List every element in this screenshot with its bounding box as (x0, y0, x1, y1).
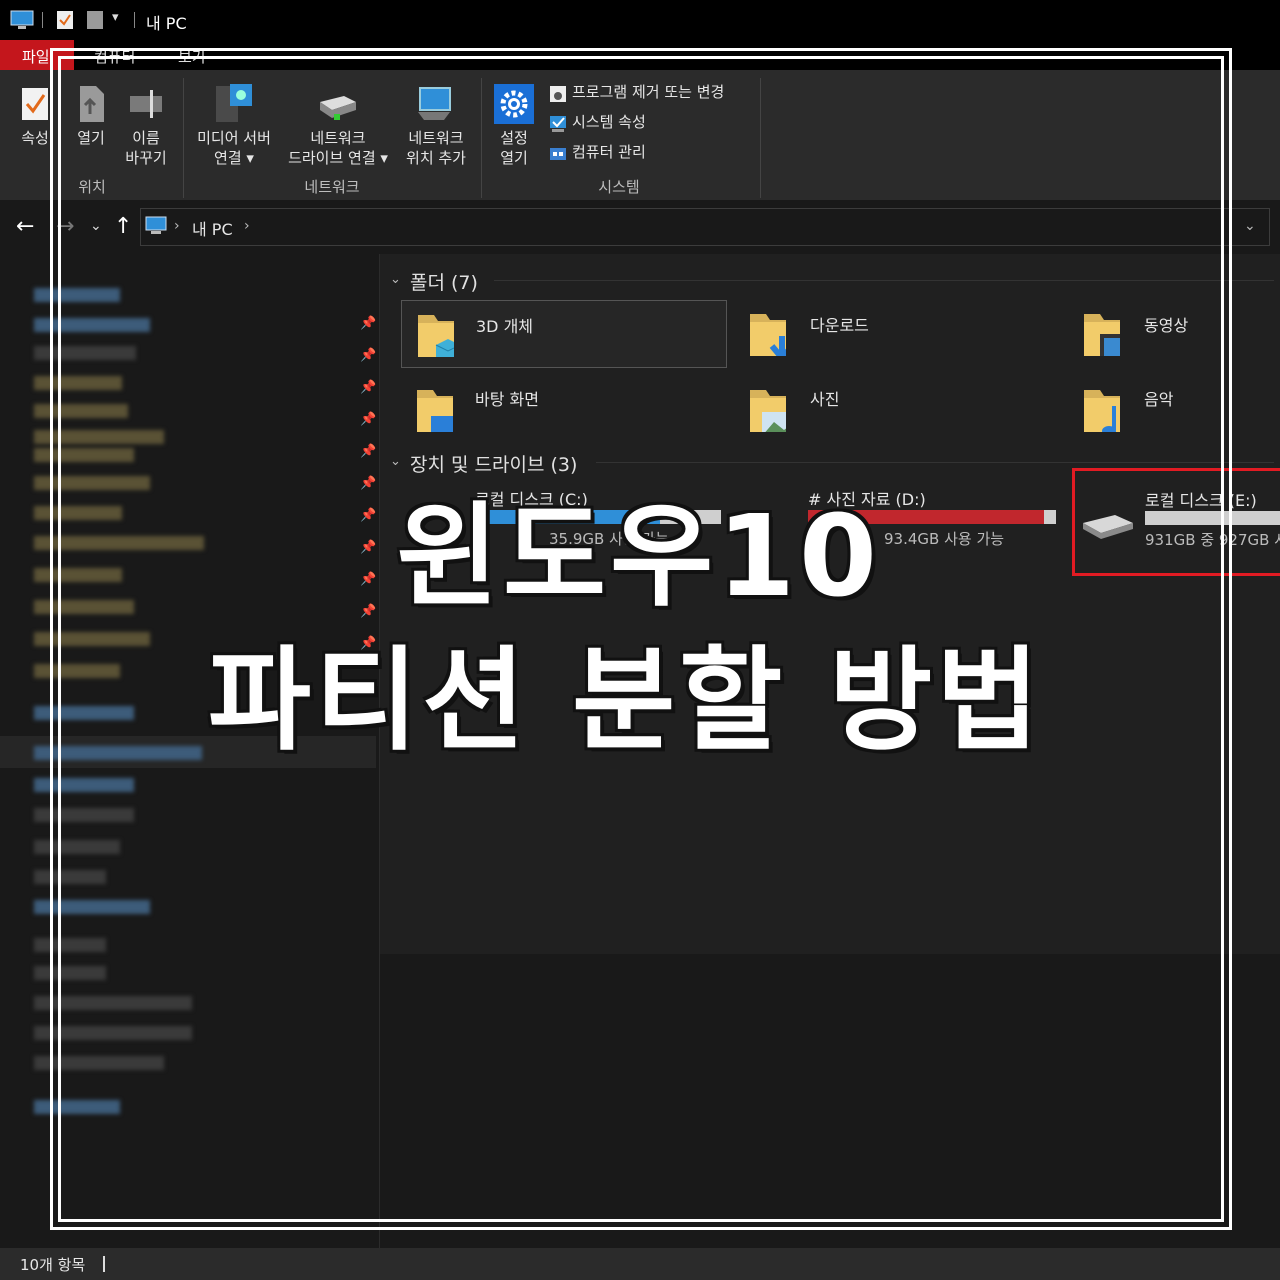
new-folder-qa-icon[interactable] (86, 10, 104, 30)
window-title: 내 PC (146, 14, 187, 33)
customize-qa-icon[interactable]: ▾ (112, 10, 119, 25)
address-dropdown-chevron-icon[interactable]: ⌄ (1244, 218, 1256, 234)
properties-qa-icon[interactable] (56, 10, 74, 30)
computer-icon (10, 10, 34, 29)
headline-line1: 윈도우10 (396, 492, 881, 622)
status-separator (103, 1256, 105, 1272)
status-bar: 10개 항목 (0, 1248, 1280, 1280)
item-count: 10개 항목 (20, 1256, 86, 1274)
headline-line2: 파티션 분할 방법 (208, 636, 1044, 766)
properties-icon (22, 88, 48, 120)
back-arrow-icon[interactable]: ← (16, 214, 34, 239)
title-bar: ▾ 내 PC (0, 0, 1280, 40)
